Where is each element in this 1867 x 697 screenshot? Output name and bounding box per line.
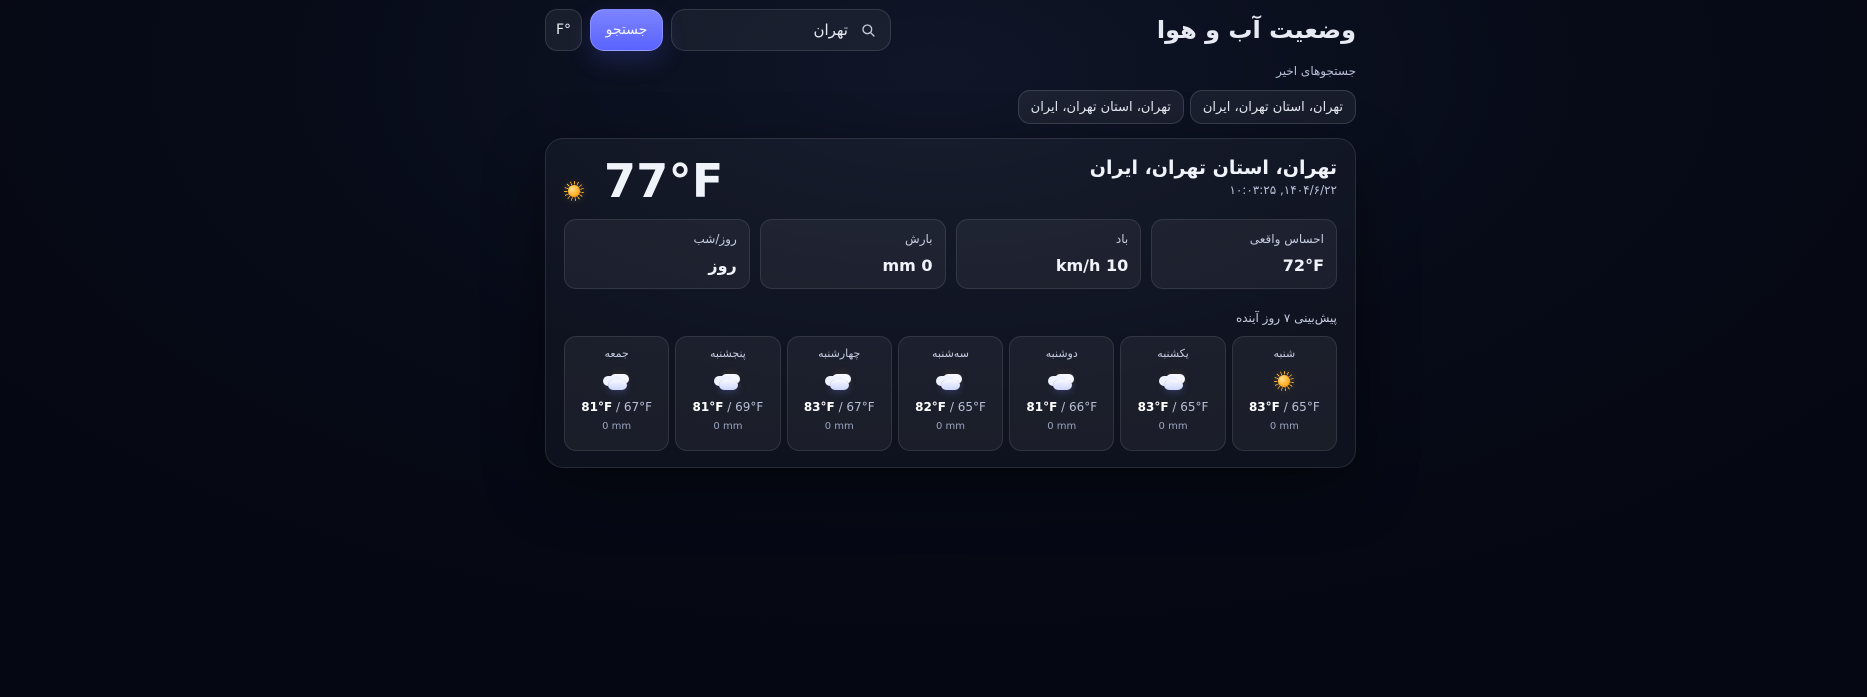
current-temperature: 77°F xyxy=(604,154,724,208)
app-root: F° جستجو وضعیت آب و هوا جستجوهای اخیر ته… xyxy=(0,0,1867,697)
forecast-temps: 83°F / 65°F xyxy=(1138,400,1209,416)
search-button[interactable]: جستجو xyxy=(590,9,663,51)
partly-cloudy-icon xyxy=(827,369,851,393)
sun-icon xyxy=(564,181,584,201)
forecast-precip: 0 mm xyxy=(1047,421,1077,432)
forecast-low: 65°F xyxy=(957,400,986,414)
forecast-low: 69°F xyxy=(735,400,764,414)
partly-cloudy-icon xyxy=(605,369,629,393)
forecast-title: پیش‌بینی ۷ روز آینده xyxy=(1235,311,1337,325)
forecast-high: 83°F xyxy=(803,400,835,414)
recent-search-chip[interactable]: تهران، استان تهران، ایران xyxy=(1189,90,1356,124)
forecast-day-name: چهارشنبه xyxy=(818,347,861,360)
partly-cloudy-icon xyxy=(716,369,740,393)
forecast-precip: 0 mm xyxy=(713,421,743,432)
stat-value: 0 mm xyxy=(882,256,933,275)
forecast-high: 83°F xyxy=(1137,400,1169,414)
forecast-day: پنجشنبه 81°F / 69°F 0 mm xyxy=(675,336,781,451)
stat-day-night: روز/شب روز xyxy=(564,219,750,289)
forecast-day: دوشنبه 81°F / 66°F 0 mm xyxy=(1009,336,1115,451)
forecast-separator: / xyxy=(1283,400,1292,414)
forecast-day-name: پنجشنبه xyxy=(710,347,746,360)
location-datetime: ۱۴۰۴/۶/۲۲, ۱۰:۰۳:۲۵ xyxy=(1229,183,1337,197)
recent-searches-list: تهران، استان تهران، ایران تهران، استان ت… xyxy=(1011,90,1356,124)
forecast-precip: 0 mm xyxy=(1158,421,1188,432)
top-bar: F° جستجو وضعیت آب و هوا xyxy=(545,8,1356,52)
forecast-high: 81°F xyxy=(1026,400,1058,414)
forecast-low: 67°F xyxy=(846,400,875,414)
partly-cloudy-icon xyxy=(938,369,962,393)
forecast-day-name: سه‌شنبه xyxy=(932,347,969,360)
forecast-temps: 81°F / 69°F xyxy=(693,400,764,416)
forecast-day: جمعه 81°F / 67°F 0 mm xyxy=(564,336,670,451)
forecast-low: 65°F xyxy=(1180,400,1209,414)
forecast-separator: / xyxy=(1061,400,1069,414)
forecast-separator: / xyxy=(727,400,736,414)
current-temp-wrap: 77°F xyxy=(564,155,724,204)
sun-icon xyxy=(1272,369,1296,393)
stat-feels-like: احساس واقعی 72°F xyxy=(1151,219,1337,289)
forecast-day: سه‌شنبه 82°F / 65°F 0 mm xyxy=(897,336,1004,451)
recent-search-chip-label: تهران، استان تهران، ایران xyxy=(1030,99,1171,115)
stat-precipitation: بارش 0 mm xyxy=(759,219,946,289)
forecast-low: 67°F xyxy=(623,400,653,414)
forecast-temps: 81°F / 67°F xyxy=(581,400,652,416)
unit-toggle-label: F° xyxy=(555,22,572,38)
stat-label: بارش xyxy=(905,232,933,246)
stat-label: روز/شب xyxy=(693,232,737,246)
forecast-separator: / xyxy=(949,400,958,414)
forecast-temps: 82°F / 65°F xyxy=(915,400,986,416)
unit-toggle-button[interactable]: F° xyxy=(545,9,582,51)
forecast-temps: 83°F / 67°F xyxy=(804,400,875,416)
forecast-list: جمعه 81°F / 67°F 0 mm پنجشنبه 81°F / 69°… xyxy=(564,336,1337,451)
current-weather-card: 77°F تهران، استان تهران، ایران ۱۴۰۴/۶/۲۲… xyxy=(545,138,1356,468)
forecast-low: 66°F xyxy=(1068,400,1098,414)
forecast-precip: 0 mm xyxy=(1269,421,1299,432)
forecast-high: 81°F xyxy=(692,400,724,414)
forecast-high: 82°F xyxy=(915,400,947,414)
search-icon xyxy=(860,22,876,38)
location-name: تهران، استان تهران، ایران xyxy=(1089,157,1337,179)
stat-value: 72°F xyxy=(1282,256,1324,275)
search-button-label: جستجو xyxy=(605,22,648,38)
forecast-high: 81°F xyxy=(581,400,613,414)
forecast-day: شنبه 83°F / 65°F 0 mm xyxy=(1231,336,1337,451)
forecast-high: 83°F xyxy=(1248,400,1280,414)
forecast-day-name: شنبه xyxy=(1273,347,1296,360)
search-controls: F° جستجو xyxy=(545,9,891,51)
recent-searches-label: جستجوهای اخیر xyxy=(1276,64,1356,78)
forecast-day-name: یکشنبه xyxy=(1157,347,1189,360)
forecast-day: یکشنبه 83°F / 65°F 0 mm xyxy=(1120,336,1226,451)
recent-search-chip-label: تهران، استان تهران، ایران xyxy=(1202,99,1343,115)
forecast-separator: / xyxy=(616,400,624,414)
partly-cloudy-icon xyxy=(1050,369,1074,393)
search-box[interactable] xyxy=(671,9,891,51)
search-input[interactable] xyxy=(700,20,850,40)
forecast-temps: 81°F / 66°F xyxy=(1026,400,1097,416)
stat-value: 10 km/h xyxy=(1055,256,1129,275)
forecast-day: چهارشنبه 83°F / 67°F 0 mm xyxy=(786,336,892,451)
current-stats: روز/شب روز بارش 0 mm باد 10 km/h احساس و… xyxy=(564,219,1337,289)
page-title: وضعیت آب و هوا xyxy=(1156,16,1356,44)
forecast-low: 65°F xyxy=(1291,400,1320,414)
current-location: تهران، استان تهران، ایران ۱۴۰۴/۶/۲۲, ۱۰:… xyxy=(1090,155,1337,197)
forecast-precip: 0 mm xyxy=(935,421,965,432)
stat-wind: باد 10 km/h xyxy=(955,219,1142,289)
stat-value: روز xyxy=(708,256,737,275)
current-weather-header: 77°F تهران، استان تهران، ایران ۱۴۰۴/۶/۲۲… xyxy=(564,155,1337,211)
forecast-day-name: جمعه xyxy=(604,347,629,360)
recent-search-chip[interactable]: تهران، استان تهران، ایران xyxy=(1017,90,1184,124)
forecast-precip: 0 mm xyxy=(824,421,854,432)
stat-label: احساس واقعی xyxy=(1249,232,1324,246)
forecast-precip: 0 mm xyxy=(602,421,632,432)
forecast-day-name: دوشنبه xyxy=(1045,347,1078,360)
forecast-temps: 83°F / 65°F xyxy=(1249,400,1320,416)
partly-cloudy-icon xyxy=(1161,369,1185,393)
stat-label: باد xyxy=(1115,232,1129,246)
